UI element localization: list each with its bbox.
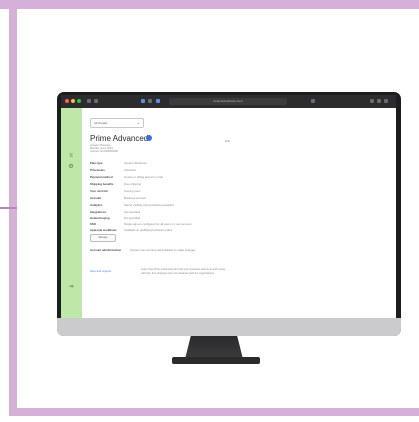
detail-label: Plan type [90,161,103,165]
settings-icon[interactable]: ⚙ [68,164,74,170]
chevron-down-icon: ⌄ [136,120,140,125]
share-icon[interactable] [370,99,374,103]
detail-value: Invoice or billing account on file [124,175,163,179]
detail-value: Not specified [124,216,141,220]
detail-label: Approval workflows [90,228,117,232]
extension-icon[interactable] [156,99,160,103]
edit-link[interactable]: Edit [225,139,230,143]
tab-overview-icon[interactable] [384,99,388,103]
detail-value: Available on qualifying business orders [124,228,173,232]
logout-icon[interactable]: ⇥ [68,284,74,290]
minimize-window-button[interactable] [71,99,75,103]
manage-button-label: Manage [98,236,108,239]
info-note-line: with fast, free shipping and more featur… [141,272,215,275]
detail-label: Account [90,196,102,200]
address-bar[interactable]: amazonbusiness.com [169,98,287,105]
frame-border-left [9,9,17,416]
help-link[interactable]: Help and support [90,269,111,273]
shield-icon[interactable] [141,99,145,103]
detail-value: Not specified [124,210,141,214]
detail-value: Contact your account administrator to ma… [130,248,196,252]
frame-accent-line [0,207,17,209]
sidebar: ≡ ⚙ ⇥ [61,108,82,318]
detail-label: Your next bill [90,189,108,193]
detail-value: Unlimited [124,168,136,172]
forward-icon[interactable] [94,99,98,103]
detail-label: Integrations [90,210,107,214]
monitor-chin [57,318,401,336]
maximize-window-button[interactable] [77,99,81,103]
new-tab-icon[interactable] [377,99,381,103]
frame-border-top [0,0,419,9]
reload-icon[interactable] [311,99,315,103]
detail-value: Business account [124,196,146,200]
detail-value: Single sign-on configured for all users … [124,222,192,226]
detail-label: Account administration [90,248,122,252]
detail-value: Spend visibility and purchasing analytic… [124,203,175,207]
detail-value: Coming soon [124,189,141,193]
manage-button[interactable]: Manage [90,234,116,242]
frame-border-bottom [9,408,419,416]
detail-label: Analytics [90,203,103,207]
detail-label: Payment method [90,175,113,179]
close-window-button[interactable] [65,99,69,103]
detail-value: Amazon Business [124,161,147,165]
monitor-stand [185,336,243,359]
browser-toolbar: amazonbusiness.com [61,95,396,108]
back-icon[interactable] [87,99,91,103]
filter-icon[interactable]: ≡ [68,153,74,159]
tabs-icon[interactable] [148,99,152,103]
detail-label: SSO [90,222,96,226]
subtitle-line: Account ID 0000000000 [90,150,118,153]
detail-label: Shipping benefits [90,182,114,186]
address-bar-url: amazonbusiness.com [213,99,243,103]
detail-value: Free shipping [124,182,141,186]
detail-label: Price/seats [90,168,105,172]
monitor-screen: amazonbusiness.com ≡ ⚙ ⇥ All Details ⌄ P… [61,95,396,318]
details-dropdown[interactable]: All Details ⌄ [90,118,144,128]
verified-badge-icon [146,135,152,141]
details-dropdown-value: All Details [94,121,108,125]
main-content: All Details ⌄ Prime Advanced Edit Amazon… [82,108,396,318]
page-title: Prime Advanced [90,134,149,143]
info-note-line: Learn how Prime Advanced can help your b… [141,268,226,271]
detail-label: Guided buying [90,216,110,220]
monitor-base [172,357,260,364]
